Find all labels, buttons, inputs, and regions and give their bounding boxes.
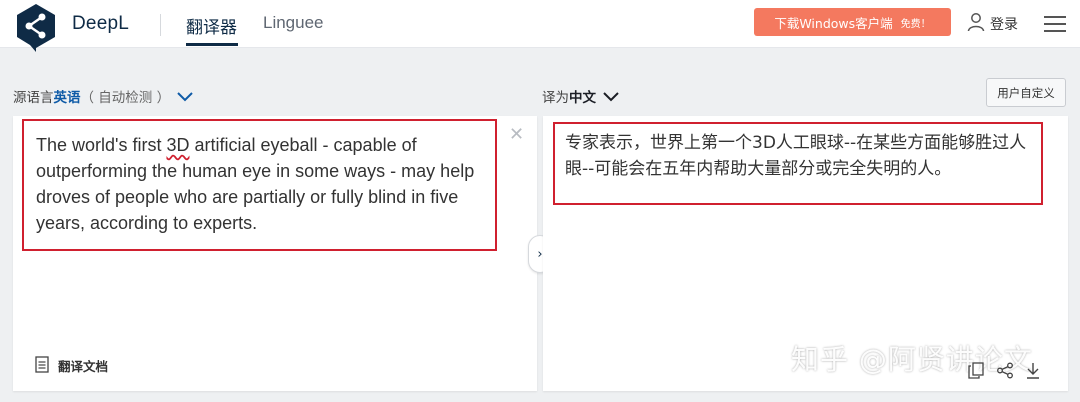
target-language-value: 中文 [569, 90, 596, 106]
source-language-selector[interactable]: 源语言 英语 （ 自动检测 ） [13, 86, 194, 106]
download-button-label: 下载Windows客户端 [774, 15, 893, 31]
translate-document-link[interactable]: 翻译文档 [58, 356, 108, 375]
auto-detect-hint: （ 自动检测 ） [80, 90, 171, 106]
nav-tab-translator[interactable]: 翻译器 [186, 13, 237, 38]
source-language-prefix: 源语言 [13, 90, 54, 106]
document-icon[interactable] [35, 356, 49, 373]
user-icon[interactable] [967, 12, 985, 32]
close-icon[interactable]: ✕ [509, 124, 524, 145]
source-panel: The world's first 3D artificial eyeball … [13, 116, 537, 391]
source-text-start: The world's first [36, 135, 167, 155]
brand-name[interactable]: DeepL [72, 13, 129, 35]
nav-tab-linguee[interactable]: Linguee [263, 13, 324, 33]
login-link[interactable]: 登录 [990, 14, 1018, 34]
download-windows-button[interactable]: 下载Windows客户端 免费！ [754, 8, 951, 36]
source-textarea[interactable]: The world's first 3D artificial eyeball … [36, 132, 506, 236]
share-icon[interactable] [996, 362, 1014, 379]
spellcheck-flagged-word: 3D [166, 135, 190, 155]
target-language-prefix: 译为 [542, 90, 569, 106]
active-tab-indicator [186, 43, 238, 46]
chevron-down-icon [603, 92, 619, 102]
hamburger-menu-icon[interactable] [1044, 16, 1066, 32]
source-language-value: 英语 [53, 90, 81, 106]
chevron-down-icon [177, 92, 193, 102]
header-divider [160, 14, 161, 36]
glossary-button[interactable]: 用户自定义 [986, 78, 1066, 107]
free-badge: 免费！ [900, 18, 931, 30]
target-textarea[interactable]: 专家表示，世界上第一个3D人工眼球--在某些方面能够胜过人眼--可能会在五年内帮… [565, 130, 1035, 182]
deepl-logo-icon[interactable] [14, 2, 58, 52]
top-header: DeepL 翻译器 Linguee 下载Windows客户端 免费！ 登录 [0, 0, 1080, 52]
copy-icon[interactable] [968, 362, 984, 379]
download-icon[interactable] [1025, 362, 1041, 379]
target-language-selector[interactable]: 译为 中文 [542, 86, 620, 106]
